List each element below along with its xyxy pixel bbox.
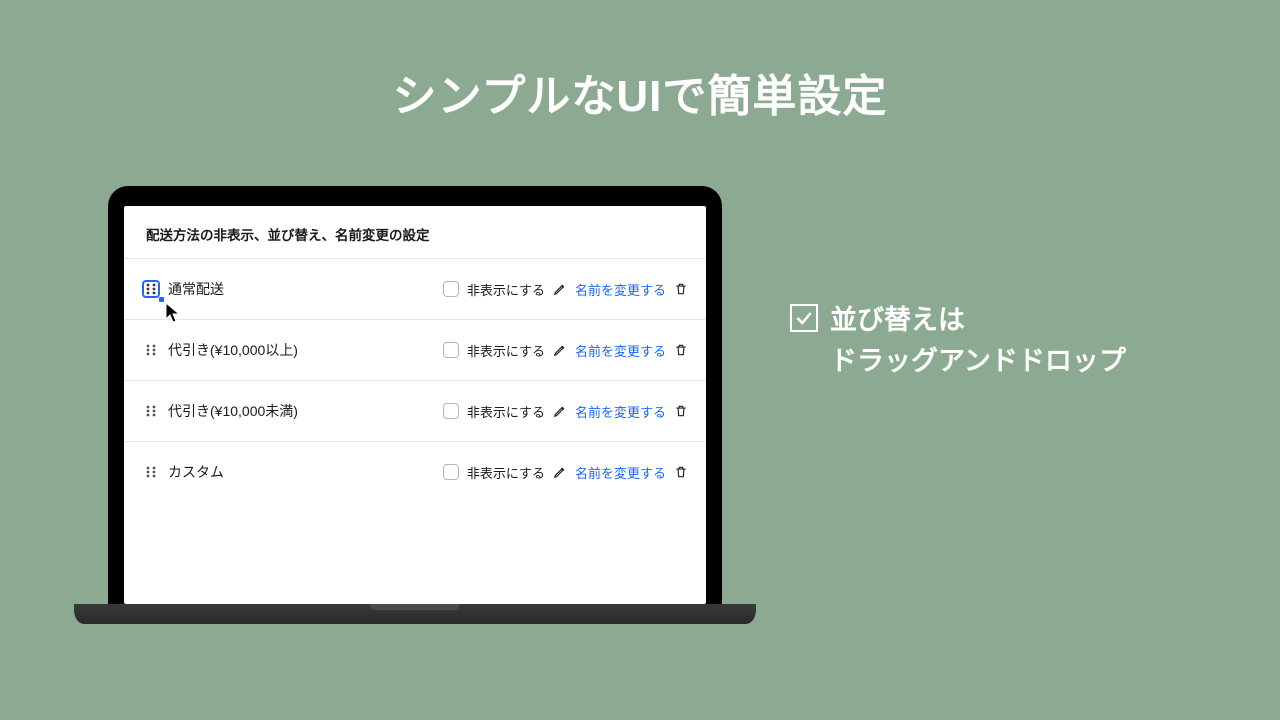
hide-label: 非表示にする [467,280,545,299]
pencil-icon[interactable] [553,404,567,418]
shipping-row[interactable]: 通常配送 非表示にする 名前を変更する [124,258,706,319]
hide-checkbox[interactable] [443,403,459,419]
hide-checkbox[interactable] [443,464,459,480]
laptop-base [74,604,756,624]
drag-handle-icon[interactable] [142,280,160,298]
shipping-row[interactable]: 代引き(¥10,000未満) 非表示にする 名前を変更する [124,380,706,441]
callout-line2: ドラッグアンドドロップ [830,341,1126,382]
shipping-name: カスタム [168,462,435,482]
drag-handle-icon[interactable] [142,402,160,420]
pencil-icon[interactable] [553,343,567,357]
feature-callout: 並び替えは ドラッグアンドドロップ [790,300,1126,381]
rename-link[interactable]: 名前を変更する [575,280,666,299]
app-screen: 配送方法の非表示、並び替え、名前変更の設定 通常配送 非表示にする 名前を変更す… [124,206,706,604]
trash-icon[interactable] [674,465,688,479]
rename-link[interactable]: 名前を変更する [575,463,666,482]
drag-handle-icon[interactable] [142,341,160,359]
trash-icon[interactable] [674,404,688,418]
pencil-icon[interactable] [553,465,567,479]
callout-line1: 並び替えは [830,305,965,335]
panel-title: 配送方法の非表示、並び替え、名前変更の設定 [124,224,706,258]
trash-icon[interactable] [674,282,688,296]
hide-checkbox[interactable] [443,281,459,297]
shipping-row[interactable]: カスタム 非表示にする 名前を変更する [124,441,706,502]
shipping-row[interactable]: 代引き(¥10,000以上) 非表示にする 名前を変更する [124,319,706,380]
hide-checkbox[interactable] [443,342,459,358]
shipping-name: 代引き(¥10,000以上) [168,340,435,360]
shipping-name: 代引き(¥10,000未満) [168,401,435,421]
rename-link[interactable]: 名前を変更する [575,402,666,421]
shipping-name: 通常配送 [168,279,435,299]
pencil-icon[interactable] [553,282,567,296]
check-icon [790,304,818,332]
drag-handle-icon[interactable] [142,463,160,481]
hide-label: 非表示にする [467,341,545,360]
page-headline: シンプルなUIで簡単設定 [0,60,1280,124]
laptop-mock: 配送方法の非表示、並び替え、名前変更の設定 通常配送 非表示にする 名前を変更す… [108,186,722,624]
hide-label: 非表示にする [467,463,545,482]
trash-icon[interactable] [674,343,688,357]
hide-label: 非表示にする [467,402,545,421]
rename-link[interactable]: 名前を変更する [575,341,666,360]
